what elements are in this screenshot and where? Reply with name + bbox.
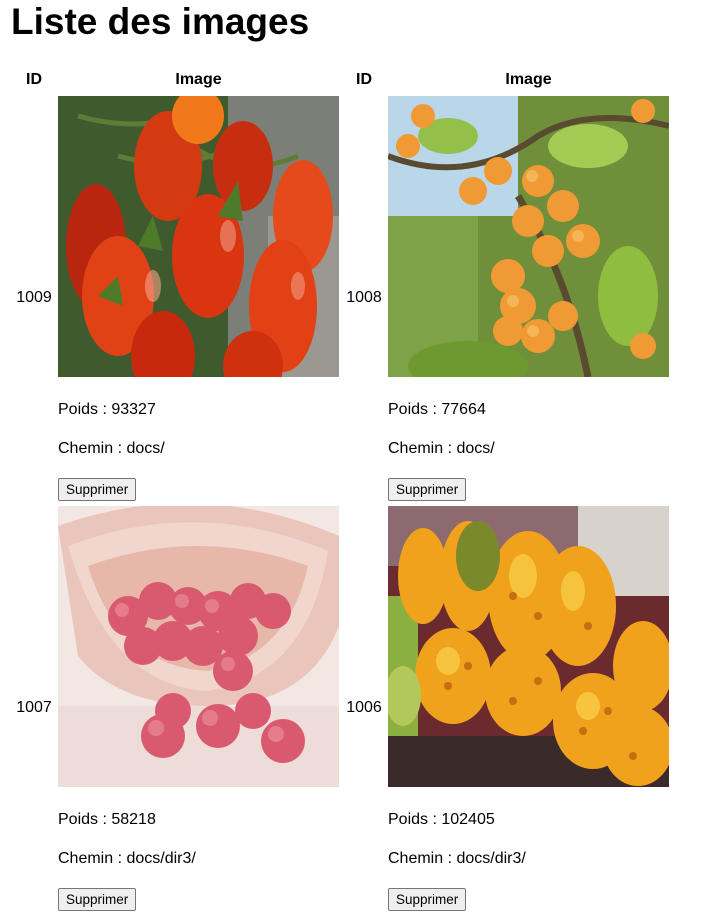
image-thumbnail-apricots[interactable] <box>388 96 669 377</box>
image-path: Chemin : docs/dir3/ <box>388 850 526 867</box>
delete-button[interactable]: Supprimer <box>388 478 467 501</box>
image-path: Chemin : docs/ <box>388 440 495 457</box>
column-header-id: ID <box>356 71 372 88</box>
column-header-image: Image <box>175 71 222 88</box>
image-thumbnail-kiwano-melons[interactable] <box>388 506 669 787</box>
image-weight: Poids : 102405 <box>388 811 495 828</box>
delete-button[interactable]: Supprimer <box>58 888 137 911</box>
image-weight: Poids : 58218 <box>58 811 156 828</box>
image-weight: Poids : 77664 <box>388 401 486 418</box>
image-id: 1009 <box>16 289 52 306</box>
delete-button[interactable]: Supprimer <box>58 478 137 501</box>
image-id: 1008 <box>346 289 382 306</box>
image-id: 1007 <box>16 699 52 716</box>
image-weight: Poids : 93327 <box>58 401 156 418</box>
image-id: 1006 <box>346 699 382 716</box>
image-thumbnail-tomatoes[interactable] <box>58 96 339 377</box>
page-title: Liste des images <box>11 1 310 42</box>
image-path: Chemin : docs/dir3/ <box>58 850 196 867</box>
column-header-image: Image <box>505 71 552 88</box>
image-path: Chemin : docs/ <box>58 440 165 457</box>
image-thumbnail-lychees[interactable] <box>58 506 339 787</box>
delete-button[interactable]: Supprimer <box>388 888 467 911</box>
column-header-id: ID <box>26 71 42 88</box>
